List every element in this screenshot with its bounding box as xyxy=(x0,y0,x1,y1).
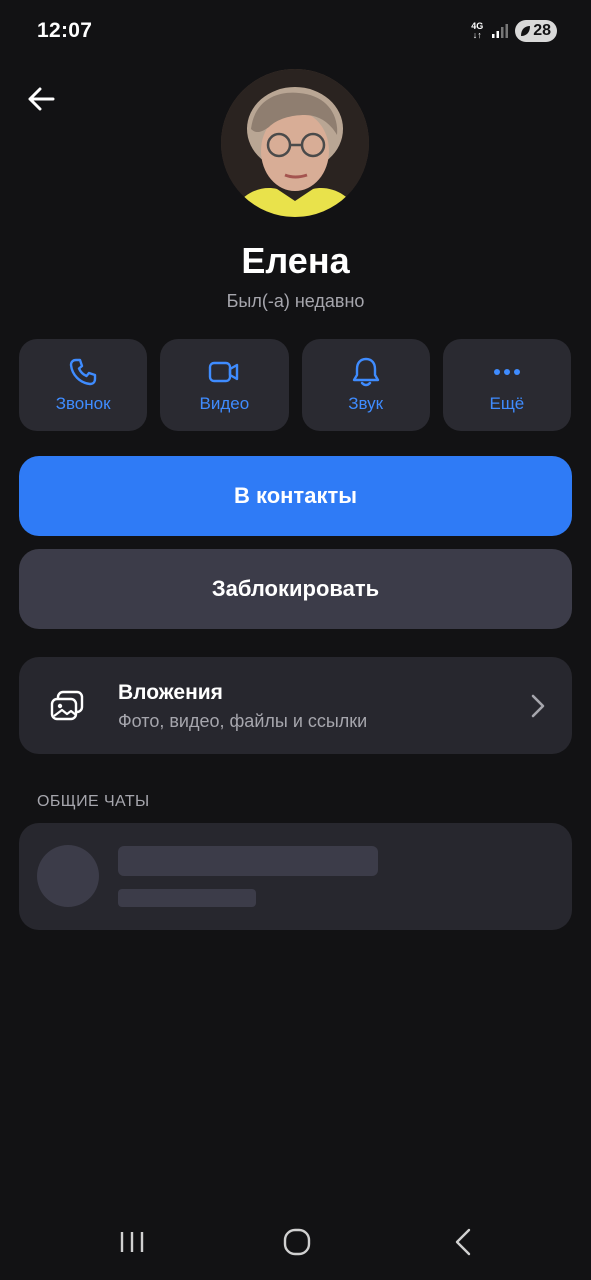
phone-icon xyxy=(67,356,99,388)
battery-indicator: 28 xyxy=(515,20,557,42)
block-button[interactable]: Заблокировать xyxy=(19,549,572,629)
bell-icon xyxy=(350,356,382,388)
signal-icon xyxy=(492,24,509,38)
navigation-bar xyxy=(0,1210,591,1280)
profile-name: Елена xyxy=(241,240,350,281)
video-label: Видео xyxy=(199,394,250,413)
status-bar: 12:07 4G ↓↑ 28 xyxy=(0,0,591,64)
common-chats-card xyxy=(19,823,572,930)
back-button[interactable] xyxy=(24,84,58,114)
network-type-icon: 4G ↓↑ xyxy=(469,22,485,40)
add-contact-button[interactable]: В контакты xyxy=(19,456,572,536)
system-back-button[interactable] xyxy=(453,1228,473,1256)
recents-button[interactable] xyxy=(118,1230,146,1254)
network-arrows: ↓↑ xyxy=(472,30,482,40)
recents-icon xyxy=(120,1232,144,1252)
battery-level: 28 xyxy=(533,22,551,39)
home-icon xyxy=(283,1228,311,1256)
sound-label: Звук xyxy=(348,394,384,413)
home-button[interactable] xyxy=(283,1228,311,1256)
avatar-photo xyxy=(221,69,369,217)
chevron-right-icon xyxy=(530,693,546,719)
video-icon xyxy=(208,356,240,388)
gallery-icon xyxy=(49,689,85,723)
attachments-title: Вложения xyxy=(118,681,223,704)
more-label: Ещё xyxy=(489,394,525,413)
status-time: 12:07 xyxy=(37,19,93,42)
sound-button[interactable]: Звук xyxy=(301,339,430,431)
avatar[interactable] xyxy=(221,69,369,217)
profile-status: Был(-а) недавно xyxy=(226,291,365,311)
attachments-row[interactable]: Вложения Фото, видео, файлы и ссылки xyxy=(19,657,572,754)
skeleton-subtitle xyxy=(118,889,256,907)
skeleton-title xyxy=(118,846,378,876)
more-button[interactable]: Ещё xyxy=(442,339,571,431)
more-dots-icon xyxy=(491,356,523,388)
call-button[interactable]: Звонок xyxy=(19,339,148,431)
skeleton-avatar xyxy=(37,845,99,907)
battery-saver-icon xyxy=(521,26,531,36)
attachments-subtitle: Фото, видео, файлы и ссылки xyxy=(118,711,368,731)
video-button[interactable]: Видео xyxy=(160,339,289,431)
action-bar: Звонок Видео Звук Ещё xyxy=(19,339,571,431)
call-label: Звонок xyxy=(55,394,111,413)
arrow-left-icon xyxy=(28,87,55,111)
common-chats-title: ОБЩИЕ ЧАТЫ xyxy=(37,793,150,810)
status-icons: 4G ↓↑ 28 xyxy=(469,20,557,42)
chevron-left-icon xyxy=(455,1228,471,1256)
